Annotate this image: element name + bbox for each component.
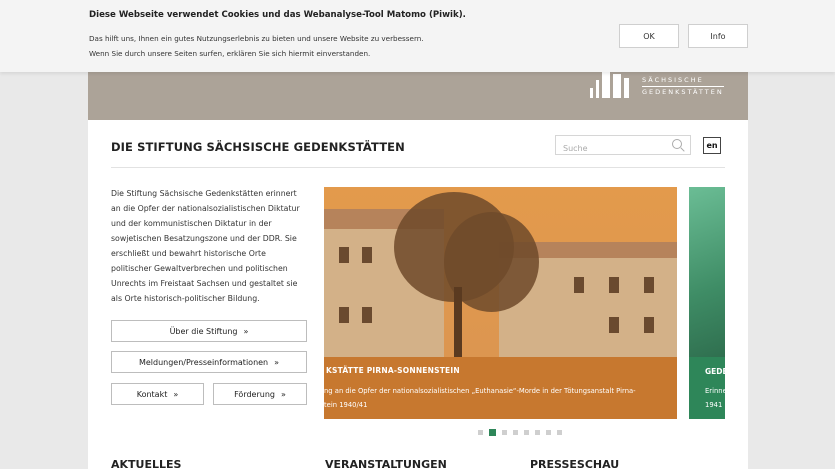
page-title: DIE STIFTUNG SÄCHSISCHE GEDENKSTÄTTEN — [111, 140, 405, 154]
slide-image — [689, 187, 725, 357]
slider-dot[interactable] — [478, 430, 483, 435]
arrow-right-icon: » — [173, 389, 179, 399]
slide-image — [324, 187, 677, 357]
slide-description: Erinne 1941 — [705, 384, 725, 412]
logo-text: SÄCHSISCHE GEDENKSTÄTTEN — [642, 75, 724, 98]
cookie-title: Diese Webseite verwendet Cookies und das… — [89, 10, 466, 20]
intro-line: und der kommunistischen Diktatur in der — [111, 219, 272, 228]
section-heading-news: AKTUELLES — [111, 458, 182, 469]
intro-line: politischer Gewaltverbrechen und politis… — [111, 264, 288, 273]
slider-next-slide[interactable]: GEDE Erinne 1941 — [689, 187, 725, 419]
slider-dot[interactable] — [513, 430, 518, 435]
slider-dot[interactable] — [535, 430, 540, 435]
cookie-info-button[interactable]: Info — [688, 24, 748, 48]
site-logo[interactable]: SÄCHSISCHE GEDENKSTÄTTEN — [590, 70, 724, 98]
news-press-button[interactable]: Meldungen/Presseinformationen » — [111, 351, 307, 373]
about-foundation-button[interactable]: Über die Stiftung » — [111, 320, 307, 342]
intro-line: Unrechts im Freistaat Sachsen und gestal… — [111, 279, 298, 288]
slide-description: ng an die Opfer der nationalsozialistisc… — [324, 384, 669, 412]
about-foundation-label: Über die Stiftung — [169, 326, 238, 336]
slide-title: KSTÄTTE PIRNA-SONNENSTEIN — [326, 366, 460, 375]
intro-text: Die Stiftung Sächsische Gedenkstätten er… — [111, 186, 307, 306]
contact-button[interactable]: Kontakt » — [111, 383, 204, 405]
intro-line: erschließt und bewahrt historische Orte — [111, 249, 266, 258]
slider-dot[interactable] — [489, 429, 496, 436]
search-icon[interactable] — [672, 139, 682, 149]
search-input[interactable] — [556, 139, 664, 158]
intro-line: sowjetischen Besatzungszone und der DDR.… — [111, 234, 297, 243]
funding-button[interactable]: Förderung » — [213, 383, 307, 405]
main-panel: DIE STIFTUNG SÄCHSISCHE GEDENKSTÄTTEN en… — [88, 120, 748, 469]
slider-dot[interactable] — [557, 430, 562, 435]
arrow-right-icon: » — [243, 326, 249, 336]
news-press-label: Meldungen/Presseinformationen — [138, 357, 269, 367]
slide-caption: KSTÄTTE PIRNA-SONNENSTEIN ng an die Opfe… — [324, 357, 677, 419]
cookie-text-line: Das hilft uns, Ihnen ein gutes Nutzungse… — [89, 34, 424, 43]
funding-label: Förderung — [234, 389, 275, 399]
arrow-right-icon: » — [280, 389, 286, 399]
slide-description-line: Erinne — [705, 387, 725, 395]
section-heading-press: PRESSESCHAU — [530, 458, 620, 469]
slider-dot[interactable] — [502, 430, 507, 435]
section-heading-events: VERANSTALTUNGEN — [325, 458, 447, 469]
intro-line: an die Opfer der nationalsozialistischen… — [111, 204, 300, 213]
slide-description-line: 1941 — [705, 401, 723, 409]
cookie-text-line: Wenn Sie durch unsere Seiten surfen, erk… — [89, 49, 371, 58]
title-divider — [111, 167, 725, 168]
intro-line: als Orte historisch-politischer Bildung. — [111, 294, 260, 303]
slider-current-slide[interactable]: KSTÄTTE PIRNA-SONNENSTEIN ng an die Opfe… — [324, 187, 677, 419]
search-box — [555, 135, 691, 158]
language-switch-button[interactable]: en — [703, 137, 721, 154]
slide-description-line: tein 1940/41 — [324, 401, 368, 409]
intro-line: Die Stiftung Sächsische Gedenkstätten er… — [111, 189, 297, 198]
logo-line-2: GEDENKSTÄTTEN — [642, 88, 724, 96]
slider-dot[interactable] — [524, 430, 529, 435]
cookie-ok-button[interactable]: OK — [619, 24, 679, 48]
slide-title: GEDE — [705, 367, 725, 376]
cookie-banner: Diese Webseite verwendet Cookies und das… — [0, 0, 835, 72]
contact-label: Kontakt — [136, 389, 168, 399]
slider-pagination — [478, 429, 562, 436]
arrow-right-icon: » — [274, 357, 280, 367]
logo-line-1: SÄCHSISCHE — [642, 75, 724, 87]
logo-mark-icon — [590, 70, 630, 98]
slide-description-line: ng an die Opfer der nationalsozialistisc… — [324, 387, 636, 395]
slider-dot[interactable] — [546, 430, 551, 435]
cookie-text: Das hilft uns, Ihnen ein gutes Nutzungse… — [89, 31, 569, 61]
